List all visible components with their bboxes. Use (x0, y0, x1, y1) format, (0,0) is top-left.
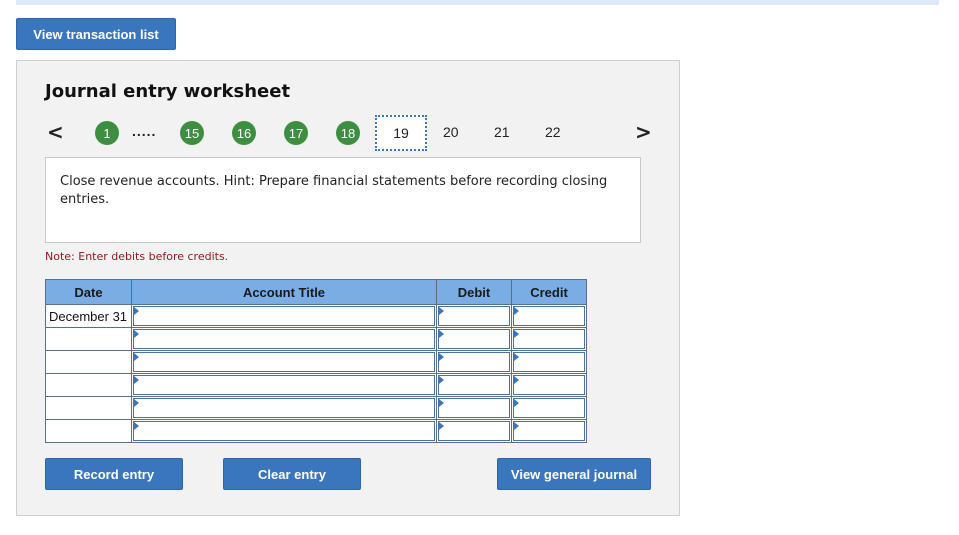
credit-input[interactable] (513, 421, 585, 441)
account-title-input[interactable] (133, 398, 435, 418)
credit-input[interactable] (513, 375, 585, 395)
account-title-cell[interactable] (131, 327, 437, 351)
debit-cell[interactable] (436, 396, 512, 420)
chevron-right-icon[interactable]: > (635, 121, 652, 143)
view-transaction-list-button[interactable]: View transaction list (16, 18, 176, 50)
table-row (45, 419, 587, 443)
account-title-input[interactable] (133, 421, 435, 441)
account-title-cell[interactable] (131, 373, 437, 397)
header-debit: Debit (436, 279, 512, 305)
table-row (45, 350, 587, 374)
debit-cell[interactable] (436, 304, 512, 328)
debit-input[interactable] (438, 421, 510, 441)
view-general-journal-button[interactable]: View general journal (497, 458, 651, 490)
debit-input[interactable] (438, 398, 510, 418)
debit-input[interactable] (438, 329, 510, 349)
credit-cell[interactable] (511, 327, 587, 351)
header-date: Date (45, 279, 132, 305)
date-cell[interactable] (45, 373, 132, 397)
credit-cell[interactable] (511, 350, 587, 374)
credit-input[interactable] (513, 398, 585, 418)
table-row (45, 373, 587, 397)
date-cell[interactable] (45, 419, 132, 443)
date-cell[interactable] (45, 350, 132, 374)
journal-entry-table: Date Account Title Debit Credit December… (45, 279, 587, 443)
account-title-cell[interactable] (131, 304, 437, 328)
record-entry-button[interactable]: Record entry (45, 458, 183, 490)
credit-cell[interactable] (511, 304, 587, 328)
credit-cell[interactable] (511, 373, 587, 397)
clear-entry-button[interactable]: Clear entry (223, 458, 361, 490)
step-1[interactable]: 1 (95, 121, 119, 145)
table-row: December 31 (45, 304, 587, 328)
header-credit: Credit (511, 279, 587, 305)
debit-cell[interactable] (436, 373, 512, 397)
top-accent-bar (16, 0, 939, 5)
table-row (45, 327, 587, 351)
account-title-input[interactable] (133, 329, 435, 349)
step-21[interactable]: 21 (494, 124, 510, 140)
instruction-box: Close revenue accounts. Hint: Prepare fi… (45, 157, 641, 243)
debit-cell[interactable] (436, 419, 512, 443)
chevron-left-icon[interactable]: < (47, 121, 64, 143)
debit-cell[interactable] (436, 327, 512, 351)
step-22[interactable]: 22 (545, 124, 561, 140)
date-cell[interactable] (45, 396, 132, 420)
instruction-text: Close revenue accounts. Hint: Prepare fi… (60, 174, 608, 207)
step-20[interactable]: 20 (443, 124, 459, 140)
step-19-current[interactable]: 19 (375, 115, 427, 151)
credit-input[interactable] (513, 352, 585, 372)
debit-input[interactable] (438, 375, 510, 395)
account-title-cell[interactable] (131, 396, 437, 420)
debit-cell[interactable] (436, 350, 512, 374)
credit-cell[interactable] (511, 396, 587, 420)
table-row (45, 396, 587, 420)
debit-input[interactable] (438, 352, 510, 372)
journal-entry-worksheet-panel: Journal entry worksheet < 1 ..... 15 16 … (16, 60, 680, 516)
step-18[interactable]: 18 (336, 121, 360, 145)
table-header-row: Date Account Title Debit Credit (45, 279, 587, 305)
steps-ellipsis: ..... (132, 123, 157, 139)
date-cell[interactable] (45, 327, 132, 351)
account-title-input[interactable] (133, 306, 435, 326)
date-cell[interactable]: December 31 (45, 304, 132, 328)
account-title-input[interactable] (133, 352, 435, 372)
account-title-cell[interactable] (131, 350, 437, 374)
account-title-input[interactable] (133, 375, 435, 395)
debit-input[interactable] (438, 306, 510, 326)
worksheet-title: Journal entry worksheet (45, 81, 291, 102)
credit-cell[interactable] (511, 419, 587, 443)
account-title-cell[interactable] (131, 419, 437, 443)
header-account-title: Account Title (131, 279, 437, 305)
step-17[interactable]: 17 (284, 121, 308, 145)
debits-credits-note: Note: Enter debits before credits. (45, 250, 229, 263)
credit-input[interactable] (513, 329, 585, 349)
step-15[interactable]: 15 (180, 121, 204, 145)
credit-input[interactable] (513, 306, 585, 326)
step-16[interactable]: 16 (232, 121, 256, 145)
